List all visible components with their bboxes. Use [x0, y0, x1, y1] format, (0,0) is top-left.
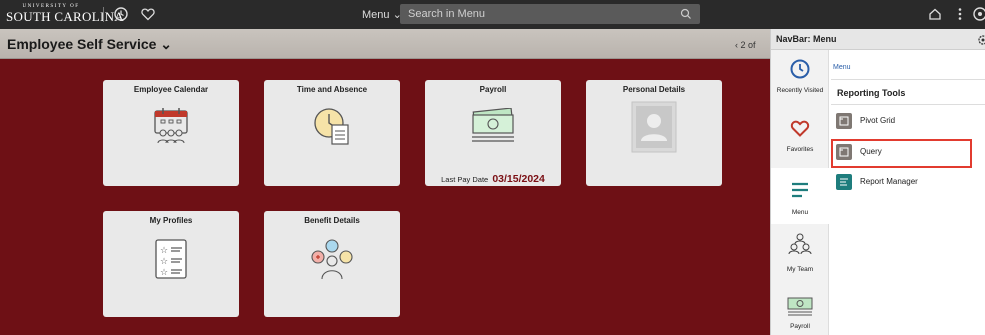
menu-item-report-manager[interactable]: Report Manager: [831, 168, 985, 196]
nav-item-menu[interactable]: Menu: [771, 168, 829, 224]
nav-item-label: Recently Visited: [776, 87, 824, 94]
rated-list-icon: ☆ ☆ ☆: [154, 238, 188, 285]
tile-my-profiles[interactable]: My Profiles ☆ ☆ ☆: [103, 211, 239, 317]
nav-item-payroll[interactable]: Payroll: [771, 286, 829, 335]
divider: [103, 7, 104, 22]
nav-item-label: Payroll: [790, 323, 810, 330]
last-pay-value: 03/15/2024: [492, 173, 545, 185]
search-box[interactable]: [400, 4, 700, 24]
svg-text:☆: ☆: [160, 268, 168, 278]
tile-payroll[interactable]: Payroll Last Pay Date 03/15/2024: [425, 80, 561, 186]
menu-item-label: Pivot Grid: [860, 116, 896, 125]
svg-text:☆: ☆: [160, 257, 168, 267]
navbar-sidebar: Recently Visited Favorites Menu My Team …: [771, 50, 829, 335]
more-actions-icon[interactable]: [952, 6, 968, 22]
tile-employee-calendar[interactable]: Employee Calendar: [103, 80, 239, 186]
profile-photo-icon: [631, 101, 677, 158]
tile-time-and-absence[interactable]: Time and Absence: [264, 80, 400, 186]
tile-title: Employee Calendar: [133, 85, 209, 94]
team-icon: [787, 231, 813, 262]
folder-icon: [836, 113, 852, 129]
navbar-title: NavBar: Menu: [776, 34, 837, 44]
benefits-person-icon: [309, 237, 355, 286]
navbar-panel: NavBar: Menu Recently Visited Favorites …: [770, 29, 985, 335]
query-highlight-box: [831, 139, 972, 168]
section-title: Reporting Tools: [837, 88, 906, 98]
nav-item-my-team[interactable]: My Team: [771, 227, 829, 283]
last-pay-date: Last Pay Date 03/15/2024: [425, 173, 561, 185]
nav-item-favorites[interactable]: Favorites: [771, 109, 829, 165]
tile-title: Payroll: [479, 85, 507, 94]
page-pager[interactable]: ‹ 2 of: [735, 40, 756, 50]
gear-icon[interactable]: [977, 33, 985, 51]
heart-icon: [789, 117, 811, 144]
tile-title: Time and Absence: [296, 85, 368, 94]
page-title-dropdown[interactable]: Employee Self Service ⌄: [7, 36, 172, 53]
university-logo[interactable]: UNIVERSITY OF SOUTH CAROLINA: [6, 4, 124, 23]
tile-title: Benefit Details: [304, 216, 360, 225]
navbar-icon[interactable]: [972, 6, 985, 22]
tile-title: My Profiles: [149, 216, 193, 225]
divider: [831, 79, 985, 80]
favorites-heart-icon[interactable]: [140, 6, 156, 22]
report-icon: [836, 174, 852, 190]
navbar-header: NavBar: Menu: [771, 29, 985, 50]
top-bar: UNIVERSITY OF SOUTH CAROLINA Menu ⌄: [0, 0, 985, 29]
svg-text:☆: ☆: [160, 246, 168, 256]
breadcrumb[interactable]: Menu: [833, 64, 851, 71]
menu-dropdown[interactable]: Menu ⌄: [362, 8, 402, 21]
cash-icon: [786, 295, 814, 322]
clock-document-icon: [312, 105, 352, 152]
hamburger-icon: [789, 180, 811, 205]
tile-title: Personal Details: [622, 85, 686, 94]
clock-icon: [789, 58, 811, 85]
home-icon[interactable]: [927, 6, 943, 22]
search-icon[interactable]: [680, 7, 692, 25]
tile-benefit-details[interactable]: Benefit Details: [264, 211, 400, 317]
search-input[interactable]: [400, 4, 670, 24]
last-pay-label: Last Pay Date: [441, 175, 489, 184]
logo-main-text: SOUTH CAROLINA: [6, 9, 124, 24]
calendar-people-icon: [152, 106, 190, 151]
menu-item-pivot-grid[interactable]: Pivot Grid: [831, 107, 985, 135]
divider: [831, 104, 985, 105]
nav-item-label: My Team: [786, 266, 814, 273]
nav-item-label: Menu: [791, 209, 809, 216]
tile-personal-details[interactable]: Personal Details: [586, 80, 722, 186]
nav-item-label: Favorites: [786, 146, 814, 153]
nav-item-recently-visited[interactable]: Recently Visited: [771, 50, 829, 106]
recent-clock-icon[interactable]: [113, 6, 129, 22]
homepage-tile-area: Employee Calendar Time and Absence Payro…: [0, 59, 770, 335]
menu-item-label: Report Manager: [860, 177, 918, 186]
cash-icon: [468, 107, 518, 149]
